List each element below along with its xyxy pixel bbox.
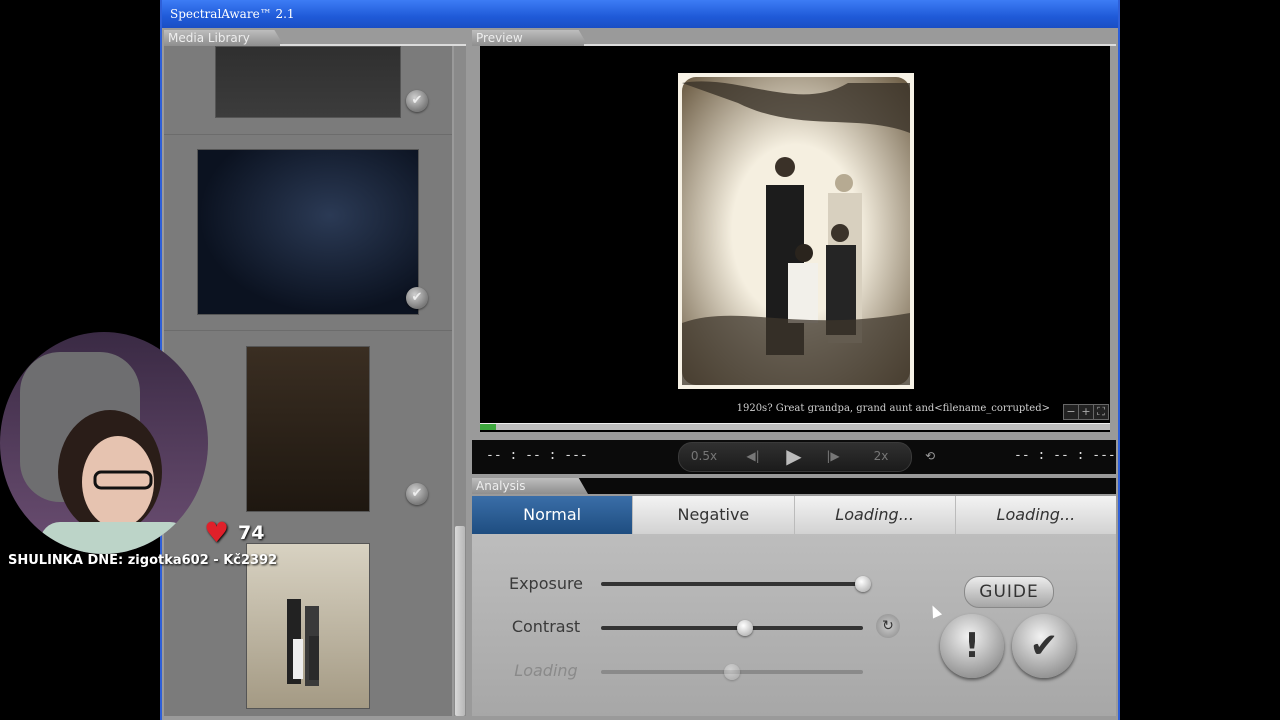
- warning-button[interactable]: !: [940, 614, 1004, 678]
- tab-loading-2[interactable]: Loading...: [956, 496, 1116, 534]
- library-scrollbar-thumb[interactable]: [455, 526, 465, 716]
- webcam-overlay: [0, 332, 208, 554]
- zoom-in-icon[interactable]: +: [1078, 404, 1094, 420]
- streamer-figure: [20, 352, 190, 554]
- tab-normal[interactable]: Normal: [472, 496, 634, 534]
- contrast-label: Contrast: [511, 617, 581, 636]
- family-photo: [682, 77, 910, 385]
- library-thumbnail-1[interactable]: [215, 46, 401, 118]
- loop-icon[interactable]: ⟲: [920, 447, 940, 465]
- step-forward-icon[interactable]: |▶: [822, 447, 844, 465]
- tab-negative[interactable]: Negative: [633, 496, 795, 534]
- reset-icon[interactable]: ↻: [876, 614, 900, 638]
- speed-fast-button[interactable]: 2x: [868, 447, 894, 465]
- sponsor-banner: SHULINKA DNE: zigotka602 - Kč2392: [8, 553, 278, 568]
- exposure-slider-knob[interactable]: [855, 576, 871, 592]
- zoom-out-icon[interactable]: −: [1063, 404, 1079, 420]
- confirm-button[interactable]: ✔: [1012, 614, 1076, 678]
- check-icon[interactable]: ✔: [406, 483, 428, 505]
- play-icon[interactable]: ▶: [780, 446, 808, 466]
- library-thumbnail-2[interactable]: [197, 149, 419, 315]
- family-photo-thumbnail: [287, 599, 319, 686]
- media-library-list[interactable]: ✔ ✔ ✔: [164, 46, 452, 716]
- analysis-mode-tabs: Normal Negative Loading... Loading...: [472, 496, 1116, 534]
- speed-slow-button[interactable]: 0.5x: [690, 447, 718, 465]
- check-icon[interactable]: ✔: [406, 287, 428, 309]
- playback-progress-bar[interactable]: [480, 423, 1110, 430]
- fullscreen-icon[interactable]: ⛶: [1093, 404, 1109, 420]
- guide-button[interactable]: GUIDE: [964, 576, 1054, 608]
- preview-caption: 1920s? Great grandpa, grand aunt and<fil…: [736, 403, 1050, 414]
- loading-slider-knob: [724, 664, 740, 680]
- tab-loading-1[interactable]: Loading...: [795, 496, 956, 534]
- library-scrollbar[interactable]: [454, 46, 466, 716]
- loading-slider-label: Loading: [514, 661, 578, 680]
- list-divider: [164, 134, 452, 135]
- heart-icon: ♥: [204, 516, 230, 549]
- window-title: SpectralAware™ 2.1: [162, 0, 1118, 28]
- contrast-slider-track[interactable]: [601, 626, 863, 630]
- contrast-slider-knob[interactable]: [737, 620, 754, 636]
- step-back-icon[interactable]: ◀|: [742, 447, 764, 465]
- playback-progress-fill: [480, 424, 496, 430]
- time-elapsed: -- : -- : ---: [486, 448, 588, 463]
- analysis-tab: Analysis: [472, 478, 588, 494]
- heart-count: 74: [238, 522, 265, 544]
- check-icon[interactable]: ✔: [406, 90, 428, 112]
- time-total: -- : -- : ---: [1014, 448, 1116, 463]
- list-divider: [164, 330, 452, 331]
- exposure-label: Exposure: [508, 574, 584, 593]
- library-thumbnail-3[interactable]: [246, 346, 370, 512]
- media-library-tab: Media Library: [164, 30, 284, 46]
- preview-tab: Preview: [472, 30, 588, 46]
- exposure-slider-track[interactable]: [601, 582, 863, 586]
- preview-photo: [678, 73, 914, 389]
